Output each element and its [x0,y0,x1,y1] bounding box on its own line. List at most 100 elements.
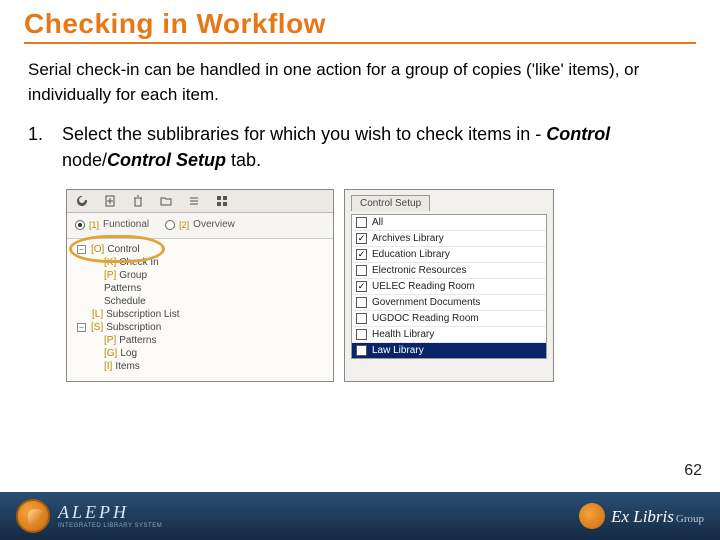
step-text-mid2: tab. [226,150,261,170]
step-body: Select the sublibraries for which you wi… [62,121,692,173]
checkbox-icon[interactable] [356,281,367,292]
list-item[interactable]: UGDOC Reading Room [352,311,546,327]
footer-bar: ALEPH INTEGRATED LIBRARY SYSTEM Ex Libri… [0,492,720,540]
tree-key: [O] [91,244,104,255]
tab-strip: Control Setup [345,190,553,214]
list-item[interactable]: All [352,215,546,231]
checkbox-icon[interactable] [356,345,367,356]
checkbox-icon[interactable] [356,217,367,228]
radio-label: Functional [103,219,149,230]
list-item-label: UGDOC Reading Room [372,313,479,324]
tree-label: Items [115,361,139,372]
tree-key: [S] [91,322,103,333]
radio-dot-icon [75,220,85,230]
tree-node[interactable]: [P] Group [71,269,329,282]
tree-node[interactable]: [I] Items [71,360,329,373]
step-text-mid1: node/ [62,150,107,170]
step-1: 1. Select the sublibraries for which you… [0,107,720,183]
exlibris-wordmark: Ex LibrisGroup [611,508,704,525]
slide-title: Checking in Workflow [0,0,720,42]
control-setup-panel: Control Setup All Archives Library Educati… [344,189,554,382]
tree-label: Log [120,348,137,359]
tree-key: [P] [104,270,116,281]
step-text-pre: Select the sublibraries for which you wi… [62,124,546,144]
radio-overview[interactable]: [2] Overview [165,219,235,230]
list-item[interactable]: Law Library [352,343,546,358]
tree-label: Patterns [119,335,156,346]
list-item-label: Health Library [372,329,434,340]
list-item-label: Law Library [372,345,424,356]
tree-label: Control [107,244,139,255]
delete-icon[interactable] [131,194,145,208]
radio-key: [2] [179,220,189,230]
list-item[interactable]: Government Documents [352,295,546,311]
step-setup-word: Control Setup [107,150,226,170]
aleph-wordmark: ALEPH [58,503,162,521]
expand-toggle-icon[interactable]: − [77,323,86,332]
list-item-label: Government Documents [372,297,480,308]
tree-node[interactable]: [P] Patterns [71,334,329,347]
title-rule [24,42,696,44]
list-item-label: Archives Library [372,233,444,244]
tree-node[interactable]: [G] Log [71,347,329,360]
exlibris-group: Group [676,513,704,525]
checkbox-icon[interactable] [356,329,367,340]
footer-left: ALEPH INTEGRATED LIBRARY SYSTEM [16,499,162,533]
exlibris-logo-icon [579,503,605,529]
radio-label: Overview [193,219,235,230]
list-item[interactable]: Health Library [352,327,546,343]
aleph-tagline: INTEGRATED LIBRARY SYSTEM [58,523,162,529]
list-item[interactable]: UELEC Reading Room [352,279,546,295]
refresh-icon[interactable] [75,194,89,208]
tree-key: [G] [104,348,117,359]
exlibris-name: Ex Libris [611,507,674,526]
list-item-label: Electronic Resources [372,265,466,276]
expand-toggle-icon[interactable]: − [77,245,86,254]
tree-node[interactable]: Schedule [71,295,329,308]
tree-key: [P] [104,335,116,346]
tree-label: Group [119,270,147,281]
tree-node[interactable]: −[O] Control [71,243,329,256]
checkbox-icon[interactable] [356,297,367,308]
tree-key: [L] [92,309,103,320]
tab-control-setup[interactable]: Control Setup [351,195,430,211]
nav-toolbar [67,190,333,213]
tree-label: Patterns [104,283,141,294]
nav-tree: −[O] Control[K] Check In[P] GroupPattern… [67,239,333,381]
footer-right: Ex LibrisGroup [579,503,704,529]
tree-node[interactable]: Patterns [71,282,329,295]
tree-key: [K] [104,257,116,268]
radio-dot-icon [165,220,175,230]
list-item-label: Education Library [372,249,450,260]
list-item[interactable]: Electronic Resources [352,263,546,279]
nav-panel: [1]Functional[2]Overview −[O] Control[K]… [66,189,334,382]
radio-key: [1] [89,220,99,230]
grid-icon[interactable] [215,194,229,208]
list-item[interactable]: Archives Library [352,231,546,247]
screenshot-group: [1]Functional[2]Overview −[O] Control[K]… [66,189,720,382]
checkbox-icon[interactable] [356,313,367,324]
step-number: 1. [28,121,62,173]
tree-node[interactable]: [K] Check In [71,256,329,269]
list-item-label: UELEC Reading Room [372,281,475,292]
tree-label: Check In [119,257,158,268]
tree-label: Subscription [106,322,161,333]
tree-node[interactable]: −[S] Subscription [71,321,329,334]
intro-text: Serial check-in can be handled in one ac… [0,58,720,107]
aleph-logo-icon [16,499,50,533]
page-number: 62 [684,462,702,480]
folder-icon[interactable] [159,194,173,208]
radio-functional[interactable]: [1] Functional [75,219,149,230]
sublibrary-list: All Archives Library Education Library Elec… [351,214,547,359]
checkbox-icon[interactable] [356,249,367,260]
list-item[interactable]: Education Library [352,247,546,263]
checkbox-icon[interactable] [356,265,367,276]
tree-label: Subscription List [106,309,179,320]
list-item-label: All [372,217,383,228]
step-control-word: Control [546,124,610,144]
new-icon[interactable] [103,194,117,208]
tree-node[interactable]: [L] Subscription List [71,308,329,321]
list-icon[interactable] [187,194,201,208]
tree-label: Schedule [104,296,146,307]
checkbox-icon[interactable] [356,233,367,244]
